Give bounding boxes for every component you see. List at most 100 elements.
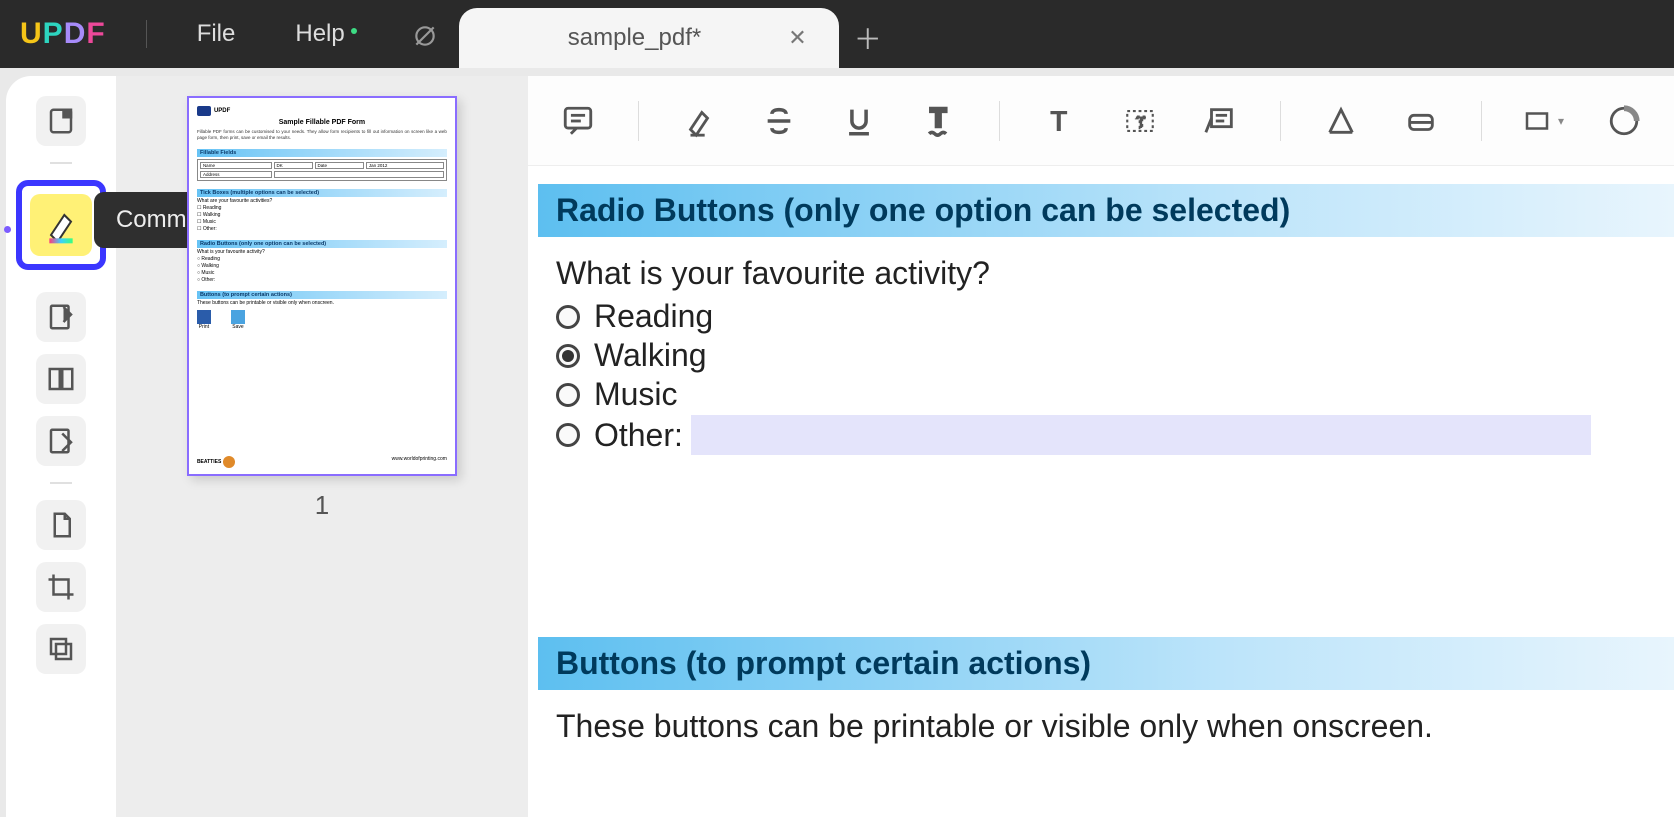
svg-text:T: T	[1136, 113, 1147, 132]
accent-dot-icon	[4, 226, 11, 233]
document-tab[interactable]: sample_pdf* ✕	[459, 8, 839, 68]
book-icon	[46, 106, 76, 136]
document-content[interactable]: Radio Buttons (only one option can be se…	[528, 166, 1674, 817]
callout-icon	[1203, 104, 1237, 138]
radio-label: Other:	[594, 417, 683, 454]
callout-tool[interactable]	[1200, 101, 1240, 141]
tab-strip: sample_pdf* ✕ ＋	[395, 0, 893, 68]
thumb-section: Buttons (to prompt certain actions)	[197, 291, 447, 299]
app-logo: UPDF	[0, 0, 126, 68]
strikethrough-icon	[762, 104, 796, 138]
radio-label: Reading	[594, 298, 713, 335]
home-tab[interactable]	[395, 8, 455, 68]
separator	[999, 101, 1000, 141]
underline-icon	[842, 104, 876, 138]
text-tool[interactable]: T	[1040, 101, 1080, 141]
menu-help-label: Help	[295, 20, 344, 47]
menu-help[interactable]: Help	[265, 20, 374, 48]
tab-title: sample_pdf*	[489, 24, 781, 52]
eye-off-icon	[412, 23, 438, 54]
other-text-field[interactable]	[691, 415, 1591, 455]
pages-icon	[46, 364, 76, 394]
squiggly-tool[interactable]: T	[919, 101, 959, 141]
separator	[50, 482, 72, 484]
radio-option-music[interactable]: Music	[556, 376, 1656, 413]
logo-text: UPDF	[20, 17, 106, 51]
thumb-section: Radio Buttons (only one option can be se…	[197, 240, 447, 248]
thumb-logo-text: UPDF	[214, 108, 230, 114]
comment-button-highlighted: Comment	[16, 180, 106, 270]
circle-icon	[1607, 104, 1641, 138]
textbox-tool[interactable]: T	[1120, 101, 1160, 141]
form-pen-icon	[46, 426, 76, 456]
sticky-note-tool[interactable]	[558, 101, 598, 141]
section-header-radio: Radio Buttons (only one option can be se…	[538, 184, 1674, 237]
edit-button[interactable]	[36, 292, 86, 342]
radio-option-reading[interactable]: Reading	[556, 298, 1656, 335]
pencil-tool[interactable]	[1321, 101, 1361, 141]
svg-text:T: T	[930, 104, 946, 132]
menu-file[interactable]: File	[167, 20, 266, 48]
shape-tool[interactable]: ▾	[1522, 106, 1564, 136]
document-view: T T T ▾	[528, 76, 1674, 817]
edit-page-icon	[46, 302, 76, 332]
separator	[1481, 101, 1482, 141]
page-thumbnail[interactable]: UPDF Sample Fillable PDF Form Fillable P…	[187, 96, 457, 476]
annotation-toolbar: T T T ▾	[528, 76, 1674, 166]
ocr-button[interactable]	[36, 500, 86, 550]
thumb-title: Sample Fillable PDF Form	[197, 119, 447, 126]
close-icon[interactable]: ✕	[780, 21, 814, 55]
eraser-tool[interactable]	[1401, 101, 1441, 141]
text-icon: T	[1043, 104, 1077, 138]
highlighter-icon	[41, 205, 81, 245]
compare-button[interactable]	[36, 624, 86, 674]
strikethrough-tool[interactable]	[759, 101, 799, 141]
menu-bar: File Help	[167, 0, 375, 68]
buttons-description: These buttons can be printable or visibl…	[528, 690, 1674, 745]
separator	[638, 101, 639, 141]
organize-button[interactable]	[36, 354, 86, 404]
titlebar: UPDF File Help sample_pdf* ✕ ＋	[0, 0, 1674, 68]
radio-icon[interactable]	[556, 423, 580, 447]
rectangle-icon	[1522, 106, 1552, 136]
underline-tool[interactable]	[839, 101, 879, 141]
divider	[146, 20, 147, 48]
question-text: What is your favourite activity?	[556, 255, 1656, 292]
radio-option-walking[interactable]: Walking	[556, 337, 1656, 374]
radio-label: Walking	[594, 337, 707, 374]
squiggly-icon: T	[922, 104, 956, 138]
textbox-icon: T	[1123, 104, 1157, 138]
thumb-section: Tick Boxes (multiple options can be sele…	[197, 189, 447, 197]
highlighter-icon	[682, 104, 716, 138]
separator	[1280, 101, 1281, 141]
new-tab-button[interactable]: ＋	[843, 8, 893, 68]
radio-label: Music	[594, 376, 678, 413]
chevron-down-icon: ▾	[1558, 114, 1564, 128]
update-dot-icon	[351, 28, 357, 34]
separator	[50, 162, 72, 164]
fill-sign-button[interactable]	[36, 416, 86, 466]
comment-button[interactable]	[30, 194, 92, 256]
thumb-desc: Fillable PDF forms can be customised to …	[197, 129, 447, 141]
thumbnail-panel: UPDF Sample Fillable PDF Form Fillable P…	[116, 76, 528, 817]
radio-icon[interactable]	[556, 344, 580, 368]
pencil-icon	[1324, 104, 1358, 138]
page-number: 1	[315, 490, 329, 521]
radio-icon[interactable]	[556, 383, 580, 407]
radio-option-other[interactable]: Other:	[556, 415, 1656, 455]
main-area: Comment UPDF Sample Fillable PDF Form Fi…	[0, 68, 1674, 817]
eraser-icon	[1404, 104, 1438, 138]
radio-icon[interactable]	[556, 305, 580, 329]
section-header-buttons: Buttons (to prompt certain actions)	[538, 637, 1674, 690]
crop-button[interactable]	[36, 562, 86, 612]
document-icon	[46, 510, 76, 540]
stamp-tool[interactable]	[1604, 101, 1644, 141]
crop-icon	[46, 572, 76, 602]
thumb-section: Fillable Fields	[197, 149, 447, 157]
layers-icon	[46, 634, 76, 664]
svg-text:T: T	[1050, 105, 1067, 137]
left-sidebar: Comment	[6, 76, 116, 817]
note-icon	[561, 104, 595, 138]
reader-mode-button[interactable]	[36, 96, 86, 146]
highlight-tool[interactable]	[679, 101, 719, 141]
